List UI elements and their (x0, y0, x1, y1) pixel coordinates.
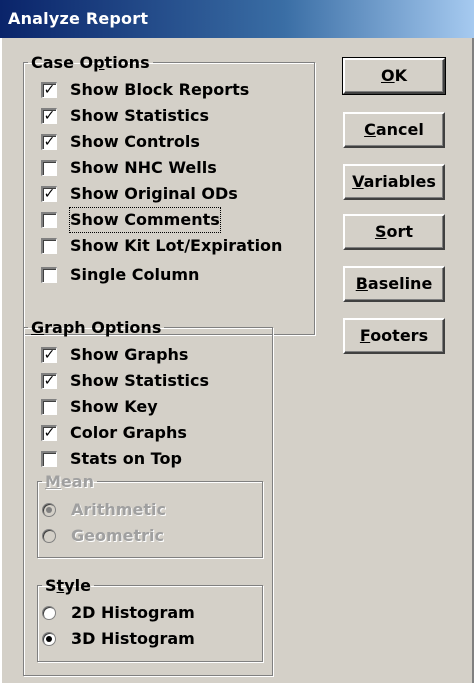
check-mark-icon: ✓ (43, 425, 56, 441)
checkbox-box[interactable] (41, 399, 57, 415)
checkbox-box[interactable] (41, 267, 57, 283)
checkbox-label: Show Key (70, 397, 158, 416)
check-mark-icon: ✓ (43, 108, 56, 124)
checkbox-box[interactable]: ✓ (41, 134, 57, 150)
checkbox-box[interactable] (41, 238, 57, 254)
checkbox-label: Stats on Top (70, 449, 182, 468)
checkbox-box[interactable] (41, 160, 57, 176)
radio-button[interactable] (42, 606, 56, 620)
checkbox-box[interactable]: ✓ (41, 82, 57, 98)
checkbox-box[interactable] (41, 451, 57, 467)
radio-label: 2D Histogram (71, 603, 195, 622)
mean-legend: Mean (45, 472, 94, 491)
cancel-button[interactable]: Cancel (343, 112, 445, 148)
check-mark-icon: ✓ (43, 186, 56, 202)
check-mark-icon: ✓ (43, 134, 56, 150)
checkbox-box[interactable]: ✓ (41, 108, 57, 124)
sort-button[interactable]: Sort (343, 214, 445, 250)
radio-button[interactable] (42, 529, 56, 543)
baseline-button[interactable]: Baseline (343, 266, 445, 302)
checkbox-label: Color Graphs (70, 423, 187, 442)
check-mark-icon: ✓ (43, 347, 56, 363)
radio-label: 3D Histogram (71, 629, 195, 648)
checkbox-label: Show NHC Wells (70, 158, 217, 177)
checkbox-box[interactable]: ✓ (41, 347, 57, 363)
checkbox-label: Show Graphs (70, 345, 189, 364)
checkbox-box[interactable]: ✓ (41, 373, 57, 389)
checkbox-box[interactable] (41, 212, 57, 228)
variables-button[interactable]: Variables (343, 164, 445, 200)
checkbox-label: Show Original ODs (70, 184, 238, 203)
check-mark-icon: ✓ (43, 373, 56, 389)
radio-label: Geometric (71, 526, 165, 545)
ok-button[interactable]: OK (342, 57, 446, 95)
checkbox-label: Show Statistics (70, 371, 210, 390)
title-bar[interactable]: Analyze Report (0, 0, 474, 38)
checkbox-label: Show Kit Lot/Expiration (70, 236, 283, 255)
radio-button[interactable] (42, 632, 56, 646)
checkbox-label: Show Block Reports (70, 80, 250, 99)
graph-options-legend: Graph Options (31, 318, 162, 337)
checkbox-box[interactable]: ✓ (41, 425, 57, 441)
footers-button[interactable]: Footers (343, 318, 445, 354)
checkbox-label: Single Column (70, 265, 200, 284)
checkbox-label: Show Comments (69, 207, 221, 233)
style-legend: Style (45, 576, 91, 595)
case-options-legend: Case Options (31, 53, 150, 72)
checkbox-box[interactable]: ✓ (41, 186, 57, 202)
checkbox-label: Show Controls (70, 132, 200, 151)
radio-dot-icon (46, 507, 52, 513)
check-mark-icon: ✓ (43, 82, 56, 98)
dialog-body: Case Options ✓ Show Block Reports ✓ Show… (0, 38, 474, 683)
radio-label: Arithmetic (71, 500, 166, 519)
radio-dot-icon (46, 636, 52, 642)
checkbox-label: Show Statistics (70, 106, 210, 125)
window-title: Analyze Report (8, 9, 149, 28)
radio-button[interactable] (42, 503, 56, 517)
